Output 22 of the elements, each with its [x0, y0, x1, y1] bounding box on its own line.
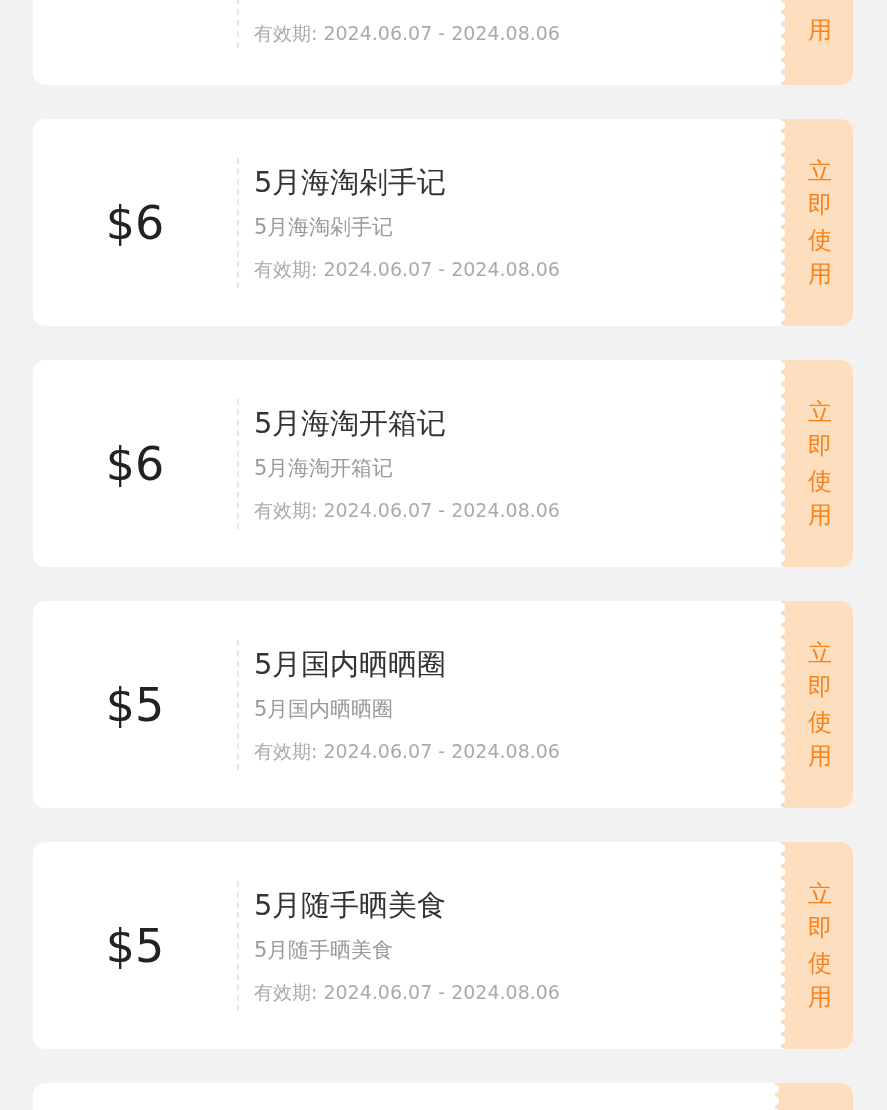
coupon-amount: $6	[104, 436, 166, 491]
coupon-amount: $6	[104, 195, 166, 250]
validity-text: 有效期: 2024.06.07 - 2024.08.06	[254, 21, 560, 46]
coupon-title: 5月海淘开箱记	[254, 404, 448, 442]
use-now-button[interactable]: 立即使用	[781, 119, 853, 326]
coupon-subtitle: 5月海淘剁手记	[254, 213, 395, 241]
coupon-title: 5月国内晒晒圈	[254, 645, 448, 683]
coupon-title: 5月海淘剁手记	[254, 163, 448, 201]
coupon-subtitle: 5月随手晒美食	[254, 936, 395, 964]
coupon-subtitle: 5月国内晒晒圈	[254, 695, 395, 723]
use-now-button[interactable]: 用	[781, 0, 853, 85]
coupon-amount: $5	[104, 918, 166, 973]
coupon-title: 5月随手晒美食	[254, 886, 448, 924]
use-now-button[interactable]: 立即使用	[781, 842, 853, 1049]
validity-text: 有效期: 2024.06.07 - 2024.08.06	[254, 497, 560, 523]
validity-text: 有效期: 2024.06.07 - 2024.08.06	[254, 738, 560, 764]
validity-text: 有效期: 2024.06.07 - 2024.08.06	[254, 256, 560, 282]
coupon-subtitle: 5月海淘开箱记	[254, 454, 395, 482]
coupon-amount: $5	[104, 677, 166, 732]
use-now-button[interactable]: 立即使用	[781, 360, 853, 567]
use-now-button[interactable]: 立即使用	[781, 601, 853, 808]
validity-text: 有效期: 2024.06.07 - 2024.08.06	[254, 979, 560, 1005]
